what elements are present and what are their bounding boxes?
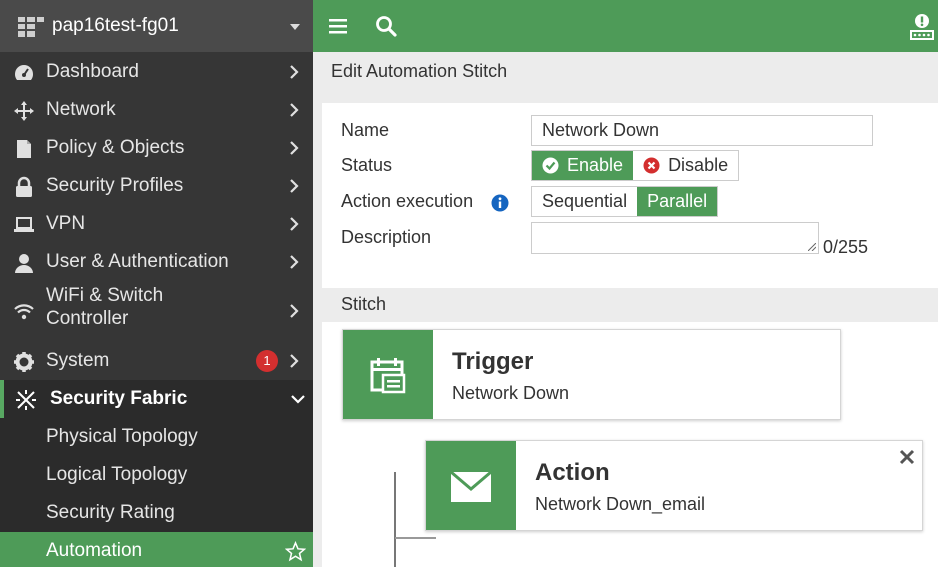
laptop-icon (14, 217, 34, 232)
name-label: Name (341, 120, 390, 140)
description-textarea[interactable] (531, 222, 819, 254)
sidebar-item-label: Network (46, 99, 116, 120)
x-circle-icon (643, 157, 660, 174)
info-icon[interactable] (491, 194, 509, 212)
sidebar-subitem-physical-topology[interactable]: Physical Topology (0, 418, 313, 456)
trigger-title: Trigger (452, 348, 534, 375)
description-char-counter: 0/255 (823, 237, 869, 257)
parallel-button[interactable]: Parallel (637, 187, 718, 216)
status-disable-label: Disable (668, 155, 729, 175)
fortinet-logo-icon (18, 17, 44, 37)
notification-badge: 1 (256, 350, 278, 372)
page-title: Edit Automation Stitch (331, 61, 508, 81)
status-enable-button[interactable]: Enable (532, 151, 634, 180)
trigger-icon-box (343, 330, 433, 419)
sidebar-item-label: Policy & Objects (46, 137, 185, 158)
star-icon[interactable] (285, 541, 306, 562)
chevron-right-icon (290, 179, 299, 193)
connector-line (395, 537, 436, 539)
form-content: Name Status Enable Disable Action execut… (322, 103, 938, 567)
alert-icon[interactable] (910, 13, 934, 41)
sidebar-item-label: Security Profiles (46, 175, 184, 196)
lock-icon (16, 176, 32, 197)
sidebar-item-wifi-switch[interactable]: WiFi & Switch Controller (0, 281, 313, 341)
chevron-right-icon (290, 217, 299, 231)
user-icon (15, 254, 33, 273)
fabric-icon (16, 390, 36, 410)
network-icon (14, 101, 34, 121)
chevron-down-icon (291, 395, 305, 404)
sidebar-item-label: User & Authentication (46, 251, 229, 272)
action-execution-label: Action execution (341, 191, 474, 211)
main-panel: Edit Automation Stitch Name Status Enabl… (313, 52, 938, 567)
wifi-icon (14, 304, 34, 320)
chevron-right-icon (290, 103, 299, 117)
status-disable-button[interactable]: Disable (633, 151, 739, 180)
sidebar-item-security-profiles[interactable]: Security Profiles (0, 167, 313, 205)
status-enable-label: Enable (567, 155, 624, 175)
sidebar-item-label: VPN (46, 213, 86, 234)
chevron-right-icon (290, 65, 299, 79)
chevron-right-icon (290, 141, 299, 155)
stitch-section-header: Stitch (322, 288, 938, 322)
device-selector[interactable]: pap16test-fg01 (0, 0, 313, 52)
sidebar-subitem-automation[interactable]: Automation (0, 532, 313, 567)
chevron-right-icon (290, 354, 299, 368)
name-input[interactable] (531, 115, 873, 146)
envelope-icon (450, 471, 492, 502)
resize-grip-icon[interactable] (808, 243, 816, 251)
sidebar-item-policy-objects[interactable]: Policy & Objects (0, 129, 313, 167)
sidebar-item-dashboard[interactable]: Dashboard (0, 53, 313, 91)
action-title: Action (535, 459, 610, 486)
close-icon[interactable] (899, 449, 915, 465)
connector-line (394, 472, 396, 567)
trigger-card[interactable]: Trigger Network Down (342, 329, 841, 420)
sidebar-item-security-fabric[interactable]: Security Fabric (0, 380, 313, 418)
sequential-button[interactable]: Sequential (532, 187, 638, 216)
action-execution-toggle: Sequential Parallel (531, 186, 719, 217)
sidebar-item-system[interactable]: System 1 (0, 342, 313, 380)
search-icon[interactable] (375, 15, 397, 37)
chevron-right-icon (290, 255, 299, 269)
status-label: Status (341, 155, 393, 175)
sidebar-item-network[interactable]: Network (0, 91, 313, 129)
check-circle-icon (542, 157, 559, 174)
stitch-section-label: Stitch (341, 294, 387, 314)
sidebar-subitem-label: Security Rating (46, 502, 175, 523)
sidebar-item-label: WiFi & Switch Controller (46, 285, 164, 329)
hostname: pap16test-fg01 (52, 15, 179, 36)
calendar-event-icon (370, 358, 406, 394)
action-card[interactable]: Action Network Down_email (425, 440, 923, 531)
menu-icon[interactable] (327, 15, 349, 37)
sidebar-subitem-security-rating[interactable]: Security Rating (0, 494, 313, 532)
sidebar-subitem-label: Physical Topology (46, 426, 198, 447)
sidebar-subitem-label: Logical Topology (46, 464, 188, 485)
description-label: Description (341, 227, 432, 247)
status-toggle: Enable Disable (531, 150, 740, 181)
sidebar-item-user-authentication[interactable]: User & Authentication (0, 243, 313, 281)
chevron-down-icon (290, 24, 300, 30)
sidebar: pap16test-fg01 Dashboard Network Policy … (0, 0, 313, 567)
top-bar (313, 0, 938, 52)
sidebar-item-label: Security Fabric (50, 388, 188, 409)
policy-icon (17, 140, 31, 158)
action-icon-box (426, 441, 516, 530)
trigger-subtitle: Network Down (452, 383, 570, 403)
sidebar-subitem-logical-topology[interactable]: Logical Topology (0, 456, 313, 494)
sidebar-item-vpn[interactable]: VPN (0, 205, 313, 243)
sidebar-item-label: System (46, 350, 110, 371)
dashboard-icon (14, 65, 34, 80)
chevron-right-icon (290, 304, 299, 318)
sidebar-item-label: Dashboard (46, 61, 139, 82)
action-subtitle: Network Down_email (535, 494, 706, 514)
sidebar-subitem-label: Automation (46, 540, 143, 561)
gear-icon (14, 352, 34, 372)
